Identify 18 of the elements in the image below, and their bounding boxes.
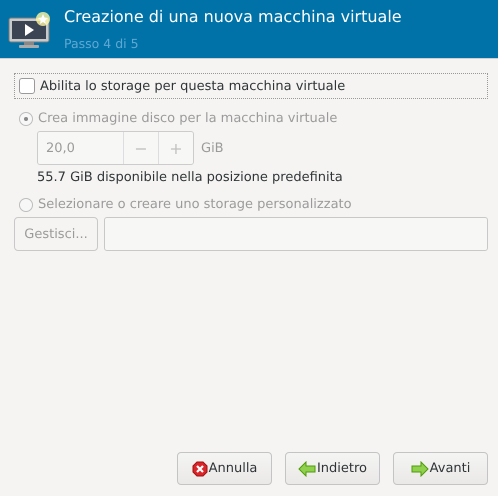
size-unit: GiB: [201, 140, 224, 156]
storage-path-field[interactable]: [104, 217, 488, 251]
wizard-title: Creazione di una nuova macchina virtuale: [64, 7, 402, 26]
back-button[interactable]: Indietro: [285, 452, 380, 485]
checkbox-label: Abilita lo storage per questa macchina virtuale: [40, 78, 346, 94]
radio-label: Crea immagine disco per la macchina virtuale: [38, 111, 338, 126]
disk-size-value: 20,0: [45, 140, 76, 158]
monitor-play-icon: [8, 10, 50, 50]
error-icon: [192, 460, 208, 476]
enable-storage-checkbox[interactable]: Abilita lo storage per questa macchina virtuale: [14, 73, 488, 99]
available-space-note: 55.7 GiB disponibile nella posizione predefinita: [37, 170, 344, 185]
cancel-button[interactable]: Annulla: [177, 452, 272, 485]
left-arrow-icon: [298, 460, 316, 476]
checkbox[interactable]: [19, 78, 35, 94]
radio-label: Selezionare o creare uno storage personalizzato: [38, 197, 352, 212]
right-arrow-icon: [410, 460, 429, 476]
forward-button[interactable]: Avanti: [393, 452, 488, 485]
step-indicator: Passo 4 di 5: [64, 36, 140, 51]
